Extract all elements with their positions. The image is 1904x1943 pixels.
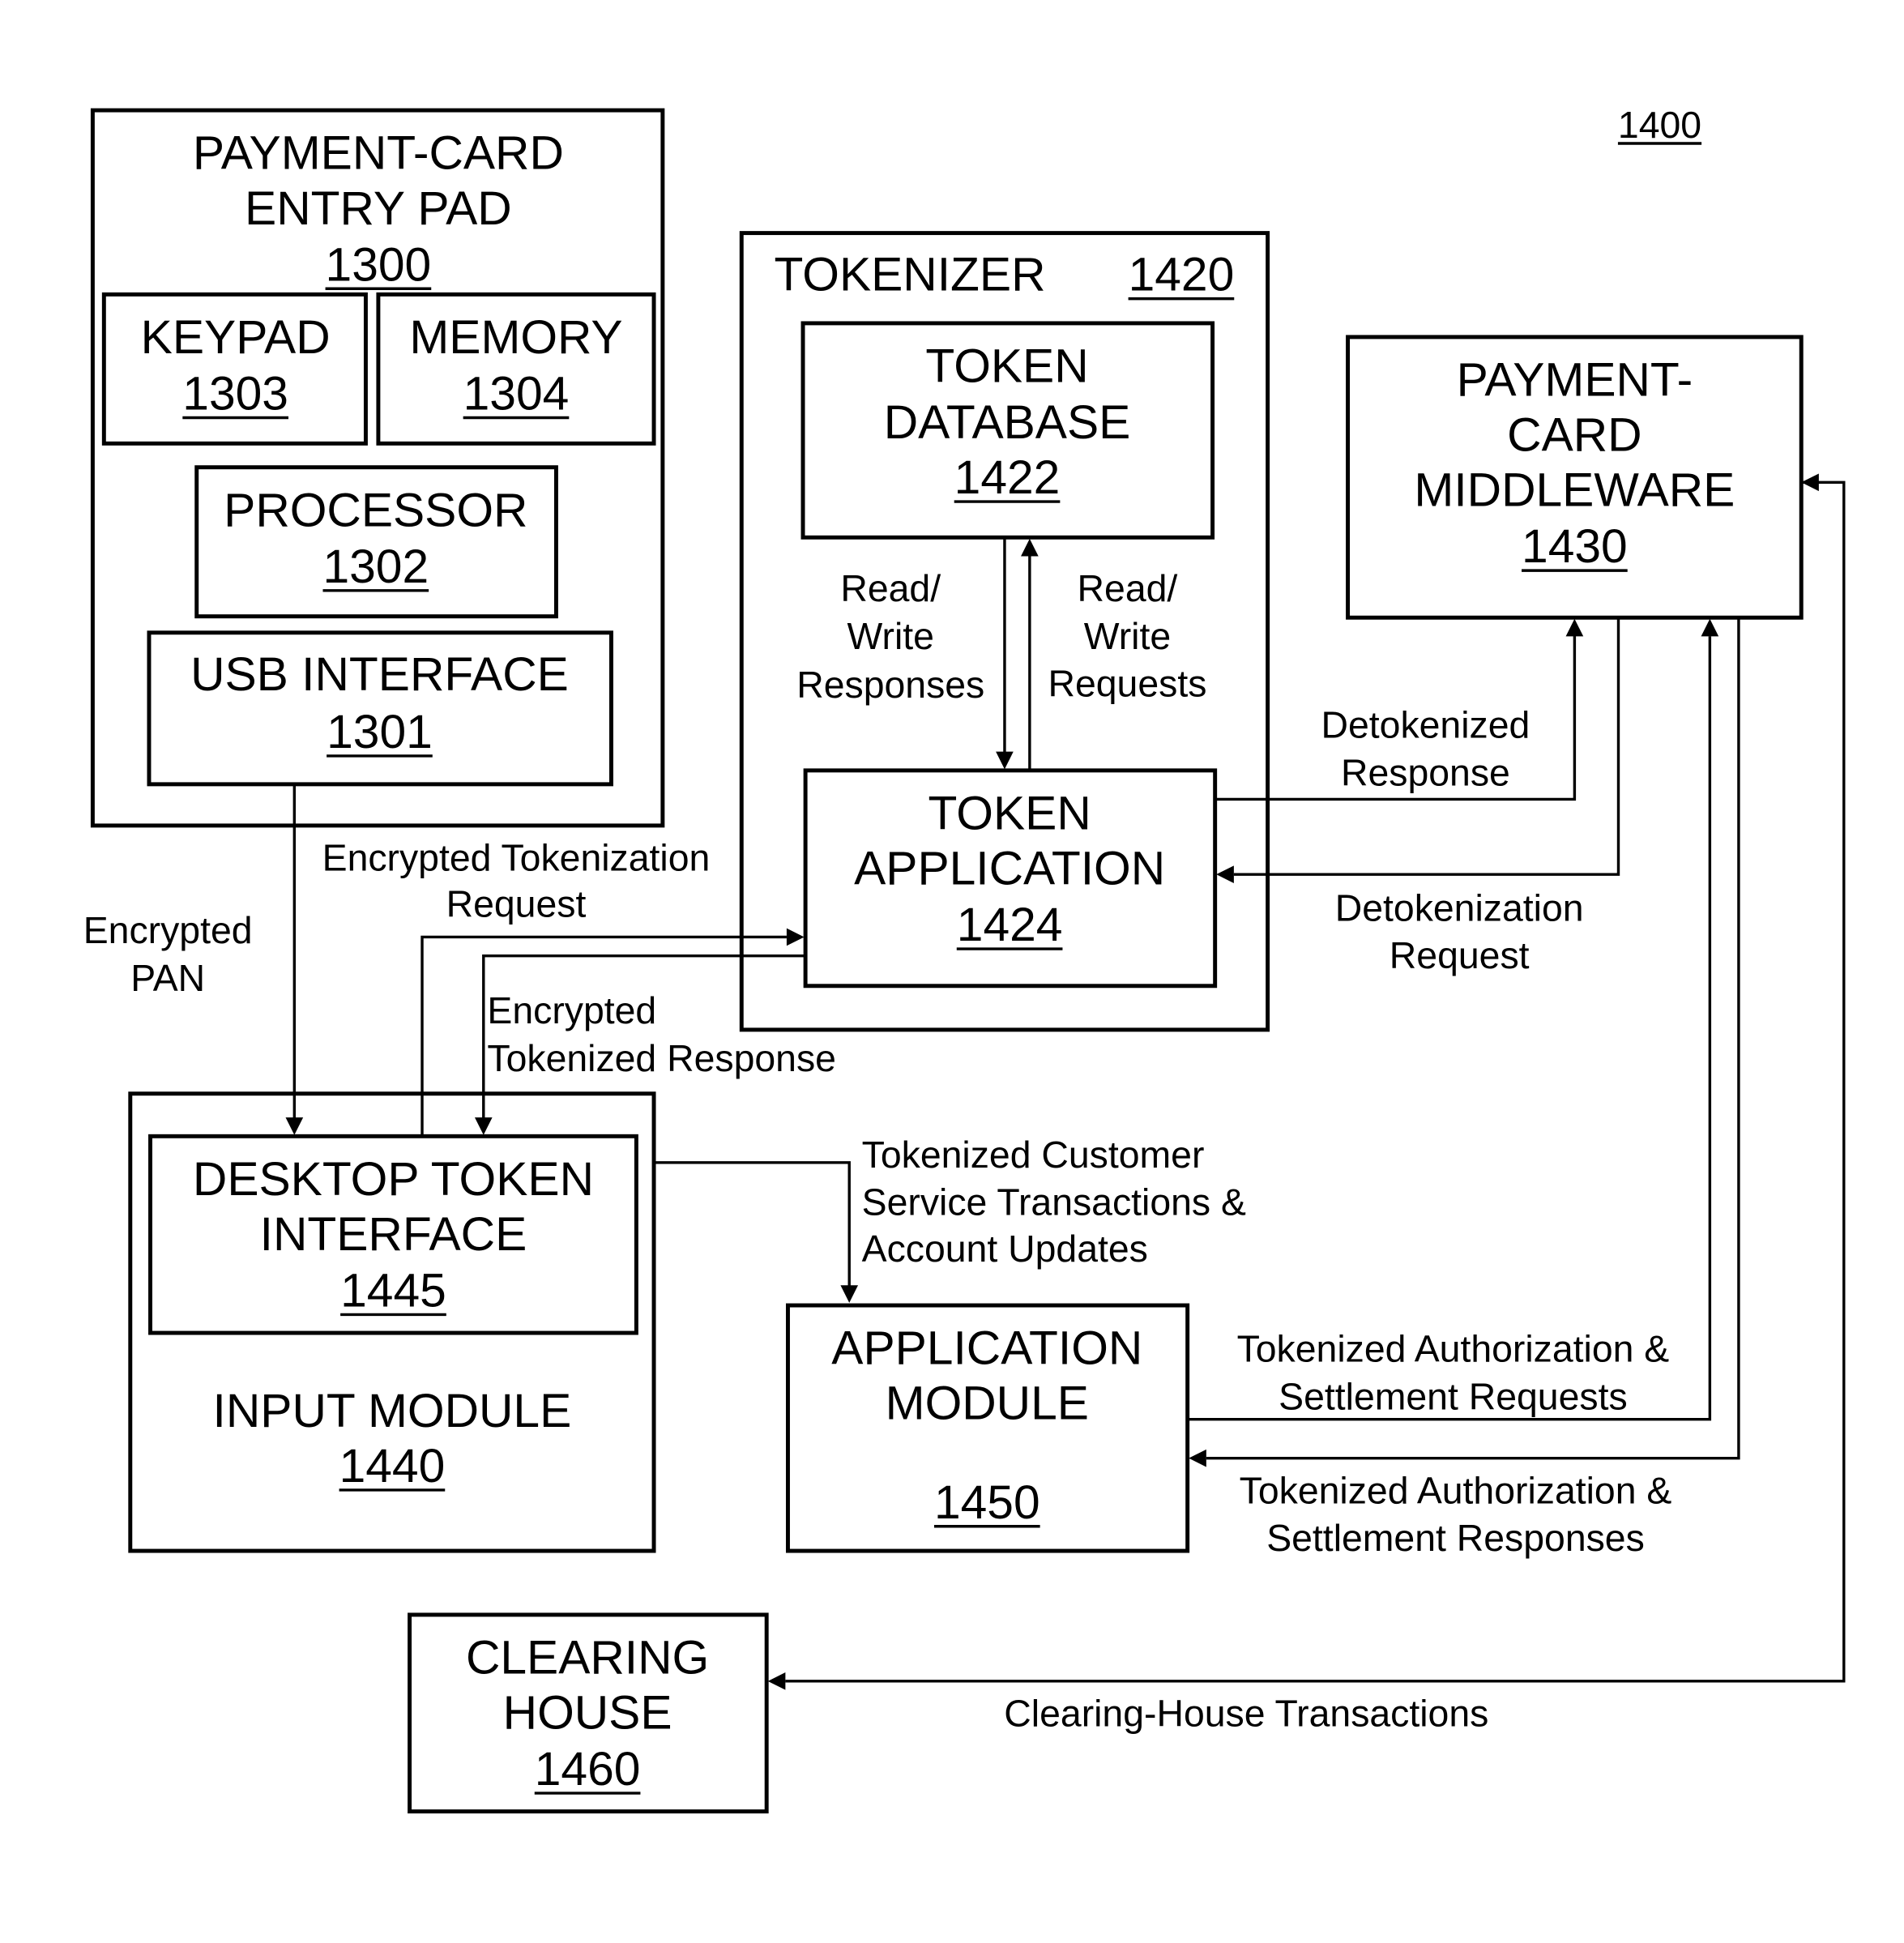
entry-pad-title-1: PAYMENT-CARD xyxy=(193,127,564,180)
svg-text:Detokenization: Detokenization xyxy=(1335,886,1584,929)
svg-text:Account Updates: Account Updates xyxy=(862,1228,1148,1270)
svg-text:Read/: Read/ xyxy=(840,567,941,609)
token-database-block: TOKEN DATABASE 1422 xyxy=(800,321,1215,540)
customer-service-transactions-arrow xyxy=(654,1161,859,1303)
svg-text:Read/: Read/ xyxy=(1078,567,1178,609)
svg-text:Settlement Requests: Settlement Requests xyxy=(1279,1375,1628,1417)
middleware-title-2: CARD xyxy=(1507,409,1641,462)
keypad-title: KEYPAD xyxy=(141,311,331,364)
token-db-title-2: DATABASE xyxy=(884,396,1131,449)
memory-block: MEMORY 1304 xyxy=(376,292,656,446)
token-db-title-1: TOKEN xyxy=(925,340,1088,393)
figure-ref: 1400 xyxy=(1618,104,1701,146)
svg-text:Encrypted: Encrypted xyxy=(487,989,656,1031)
svg-text:Tokenized Response: Tokenized Response xyxy=(487,1037,836,1079)
app-module-ref: 1450 xyxy=(934,1476,1040,1529)
encrypted-pan-label: Encrypted PAN xyxy=(83,909,253,999)
detokenization-request-arrow xyxy=(1216,617,1620,884)
encrypted-tokenized-response-label: Encrypted Tokenized Response xyxy=(487,989,836,1079)
svg-text:Service Transactions &: Service Transactions & xyxy=(862,1181,1246,1223)
svg-text:Request: Request xyxy=(446,883,587,925)
authorization-requests-label: Tokenized Authorization & Settlement Req… xyxy=(1237,1328,1670,1418)
input-module-title: INPUT MODULE xyxy=(213,1385,572,1437)
desktop-token-title-1: DESKTOP TOKEN xyxy=(193,1153,594,1206)
clearing-house-title-1: CLEARING xyxy=(466,1632,709,1685)
token-app-title-1: TOKEN xyxy=(928,788,1091,840)
svg-text:Responses: Responses xyxy=(796,664,984,706)
svg-text:Write: Write xyxy=(847,615,934,657)
clearing-house-transactions-label: Clearing-House Transactions xyxy=(1004,1692,1488,1734)
svg-text:Request: Request xyxy=(1390,934,1530,976)
app-module-title-1: APPLICATION xyxy=(831,1322,1142,1375)
detokenization-request-label: Detokenization Request xyxy=(1335,886,1584,976)
keypad-block: KEYPAD 1303 xyxy=(101,292,368,446)
tokenizer-ref: 1420 xyxy=(1129,249,1235,301)
usb-title: USB INTERFACE xyxy=(190,648,569,701)
input-module-ref: 1440 xyxy=(339,1440,446,1492)
middleware-title-1: PAYMENT- xyxy=(1457,354,1693,407)
clearing-house-block: CLEARING HOUSE 1460 xyxy=(408,1612,769,1814)
memory-title: MEMORY xyxy=(409,311,622,364)
clearing-house-title-2: HOUSE xyxy=(503,1687,672,1740)
entry-pad-title-2: ENTRY PAD xyxy=(245,182,512,235)
authorization-responses-label: Tokenized Authorization & Settlement Res… xyxy=(1240,1469,1672,1559)
rw-responses-label: Read/ Write Responses xyxy=(796,567,984,706)
usb-interface-block: USB INTERFACE 1301 xyxy=(147,630,613,787)
token-db-ref: 1422 xyxy=(954,451,1061,504)
svg-text:Write: Write xyxy=(1084,615,1171,657)
desktop-token-ref: 1445 xyxy=(340,1265,446,1317)
processor-block: PROCESSOR 1302 xyxy=(194,465,558,619)
svg-text:Tokenized Authorization &: Tokenized Authorization & xyxy=(1240,1469,1672,1511)
token-app-ref: 1424 xyxy=(957,899,1063,951)
desktop-token-interface-block: DESKTOP TOKEN INTERFACE 1445 xyxy=(148,1134,638,1335)
middleware-ref: 1430 xyxy=(1522,520,1628,573)
rw-requests-label: Read/ Write Requests xyxy=(1048,567,1206,704)
svg-text:Tokenized Authorization &: Tokenized Authorization & xyxy=(1237,1328,1670,1370)
usb-ref: 1301 xyxy=(327,706,433,758)
encrypted-pan-arrow xyxy=(285,784,304,1135)
clearing-house-ref: 1460 xyxy=(535,1743,641,1796)
svg-text:PAN: PAN xyxy=(130,957,205,999)
keypad-ref: 1303 xyxy=(182,368,288,421)
svg-text:Encrypted: Encrypted xyxy=(83,909,253,951)
middleware-block: PAYMENT- CARD MIDDLEWARE 1430 xyxy=(1346,335,1804,620)
application-module-block: APPLICATION MODULE 1450 xyxy=(785,1303,1190,1553)
tokenizer-title: TOKENIZER xyxy=(774,249,1045,301)
customer-service-transactions-label: Tokenized Customer Service Transactions … xyxy=(862,1134,1246,1270)
encrypted-tokenization-request-arrow xyxy=(421,928,805,1137)
middleware-title-3: MIDDLEWARE xyxy=(1414,464,1735,517)
token-application-block: TOKEN APPLICATION 1424 xyxy=(803,768,1218,989)
svg-text:Settlement Responses: Settlement Responses xyxy=(1266,1517,1645,1559)
app-module-title-2: MODULE xyxy=(886,1377,1089,1430)
svg-text:Encrypted Tokenization: Encrypted Tokenization xyxy=(322,837,711,879)
detokenized-response-label: Detokenized Response xyxy=(1321,704,1530,794)
processor-title: PROCESSOR xyxy=(224,484,527,536)
svg-text:Tokenized Customer: Tokenized Customer xyxy=(862,1134,1205,1176)
svg-text:Response: Response xyxy=(1341,751,1510,793)
encrypted-tokenization-request-label: Encrypted Tokenization Request xyxy=(322,837,711,925)
svg-text:Requests: Requests xyxy=(1048,663,1206,705)
rw-requests-arrow xyxy=(1021,538,1039,771)
entry-pad-ref: 1300 xyxy=(326,238,432,291)
processor-ref: 1302 xyxy=(322,540,429,593)
system-diagram: 1400 PAYMENT-CARD ENTRY PAD 1300 KEYPAD … xyxy=(83,104,1846,1814)
svg-text:Detokenized: Detokenized xyxy=(1321,704,1530,746)
desktop-token-title-2: INTERFACE xyxy=(260,1208,527,1261)
token-app-title-2: APPLICATION xyxy=(854,843,1165,895)
memory-ref: 1304 xyxy=(463,368,570,421)
rw-responses-arrow xyxy=(996,537,1014,770)
